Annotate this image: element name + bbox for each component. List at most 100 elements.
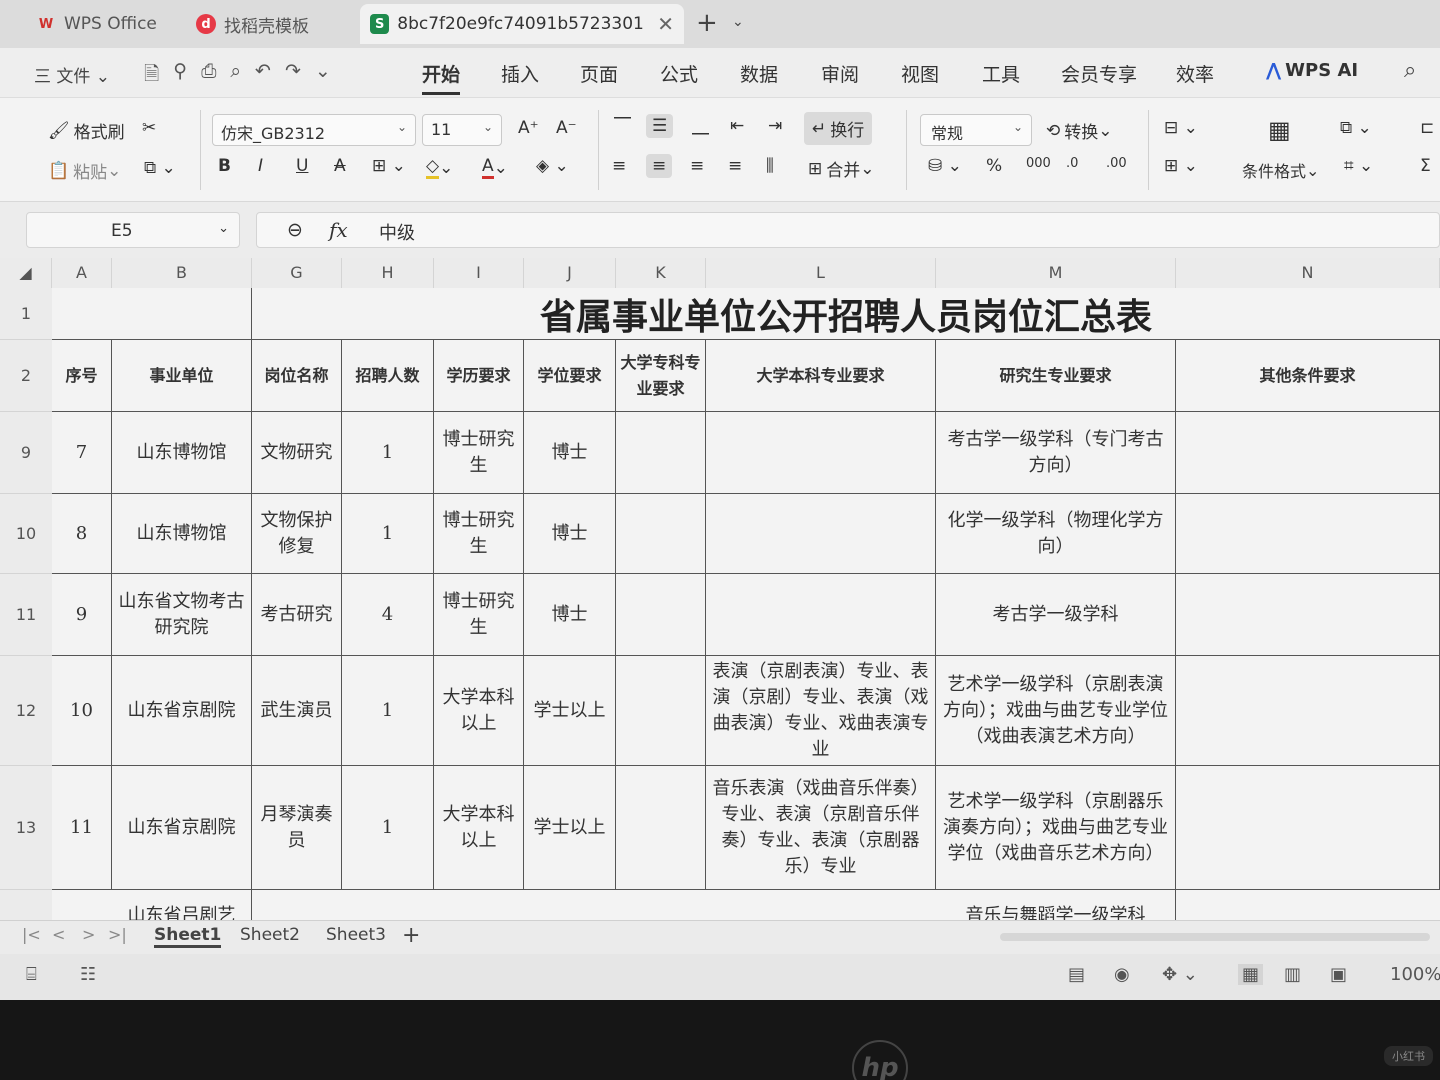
header-cell[interactable]: 学历要求 [434,340,524,412]
sheet-tab-1[interactable]: Sheet1 [154,925,222,948]
column-header[interactable]: L [706,258,936,288]
table-cell[interactable]: 山东省文物考古研究院 [112,574,252,656]
file-menu[interactable]: 三 文件 ⌄ [34,62,110,87]
cell[interactable]: 山东省吕剧艺 [112,890,252,920]
cell[interactable]: 音乐与舞蹈学一级学科 [936,890,1176,920]
increase-decimal-icon[interactable]: .0 [1066,156,1078,171]
table-cell[interactable]: 4 [342,574,434,656]
table-cell[interactable]: 武生演员 [252,656,342,766]
row-header[interactable]: 2 [0,340,52,412]
italic-icon[interactable]: I [258,156,263,176]
merge-button[interactable]: ⊞ 合并 ⌄ [808,156,875,182]
menu-page[interactable]: 页面 [580,60,618,87]
align-middle-icon[interactable]: ☰ [646,114,674,138]
table-cell[interactable]: 表演（京剧表演）专业、表演（京剧）专业、表演（戏曲表演）专业、戏曲表演专业 [706,656,936,766]
table-cell[interactable]: 月琴演奏员 [252,766,342,890]
table-cell[interactable]: 10 [52,656,112,766]
table-cell[interactable]: 艺术学一级学科（京剧表演方向）；戏曲与曲艺专业学位（戏曲表演艺术方向） [936,656,1176,766]
font-name-select[interactable]: 仿宋_GB2312 ⌄ [212,114,416,146]
table-cell[interactable]: 文物研究 [252,412,342,494]
table-cell[interactable]: 11 [52,766,112,890]
header-cell[interactable]: 其他条件要求 [1176,340,1440,412]
table-cell[interactable]: 山东博物馆 [112,412,252,494]
table-cell[interactable]: 考古研究 [252,574,342,656]
table-cell[interactable]: 山东省京剧院 [112,656,252,766]
thousands-icon[interactable]: 000 [1026,156,1051,171]
table-cell[interactable]: 博士研究生 [434,574,524,656]
table-view-icon[interactable]: ▤ [1068,964,1085,985]
cell[interactable] [52,288,252,340]
spreadsheet-grid[interactable]: ◢ A B G H I J K L M N 1 省属事业单位公开招聘人员岗位汇总… [0,258,1440,920]
row-header[interactable]: 13 [0,766,52,890]
table-cell[interactable]: 1 [342,494,434,574]
search-icon[interactable]: ⌕ [1404,58,1416,83]
table-cell[interactable]: 音乐表演（戏曲音乐伴奏）专业、表演（京剧音乐伴奏）专业、表演（京剧器乐）专业 [706,766,936,890]
table-cell[interactable]: 博士研究生 [434,494,524,574]
table-cell[interactable]: 1 [342,656,434,766]
table-style-icon[interactable]: ▦ [1268,116,1291,144]
sheet-title[interactable]: 省属事业单位公开招聘人员岗位汇总表 [252,288,1440,340]
decrease-font-icon[interactable]: A⁻ [556,118,577,138]
table-cell[interactable] [1176,412,1440,494]
table-cell[interactable]: 博士研究生 [434,412,524,494]
conditional-format-button[interactable]: 条件格式 ⌄ [1242,158,1319,182]
menu-data[interactable]: 数据 [740,60,778,87]
cut-icon[interactable]: ✂ [142,118,156,138]
table-cell[interactable] [1176,574,1440,656]
header-cell[interactable]: 学位要求 [524,340,616,412]
format-painter-button[interactable]: 🖌 格式刷 [48,118,125,144]
wrap-text-button[interactable]: ↵ 换行 [804,112,873,145]
first-sheet-icon[interactable]: |< [22,925,41,944]
freeze-icon[interactable]: ⌗ ⌄ [1344,156,1373,176]
copy-icon[interactable]: ⧉ ⌄ [144,158,176,178]
justify-icon[interactable]: ≡ [728,156,742,176]
header-cell[interactable]: 研究生专业要求 [936,340,1176,412]
header-cell[interactable]: 大学专科专业要求 [616,340,706,412]
border-icon[interactable]: ⊞ ⌄ [372,156,406,176]
align-top-icon[interactable]: ⎺ [614,116,631,136]
column-header[interactable]: N [1176,258,1440,288]
font-size-select[interactable]: 11 ⌄ [422,114,502,146]
column-header[interactable]: A [52,258,112,288]
header-cell[interactable]: 序号 [52,340,112,412]
table-cell[interactable] [1176,494,1440,574]
select-all-corner[interactable]: ◢ [0,258,52,288]
table-cell[interactable]: 8 [52,494,112,574]
decrease-decimal-icon[interactable]: .00 [1106,156,1127,171]
tab-spreadsheet[interactable]: S 8bc7f20e9fc74091b57233012 ✕ [360,4,684,44]
table-cell[interactable]: 博士 [524,494,616,574]
eye-protection-icon[interactable]: ◉ [1114,964,1130,985]
table-cell[interactable]: 学士以上 [524,766,616,890]
column-header[interactable]: G [252,258,342,288]
table-cell[interactable]: 博士 [524,574,616,656]
header-cell[interactable]: 事业单位 [112,340,252,412]
sheet-tab-2[interactable]: Sheet2 [240,925,300,945]
align-left-icon[interactable]: ≡ [612,156,626,176]
table-cell[interactable]: 山东博物馆 [112,494,252,574]
print-preview-icon[interactable]: ⌕ [230,60,241,92]
zoom-level[interactable]: 100% [1390,964,1440,985]
print-icon[interactable]: ⎙ [201,60,216,92]
status-list-icon[interactable]: ☷ [80,964,96,985]
table-cell[interactable]: 文物保护修复 [252,494,342,574]
sheet-tools-icon[interactable]: ⊞ ⌄ [1164,156,1198,176]
table-cell[interactable] [616,574,706,656]
table-cell[interactable]: 7 [52,412,112,494]
align-right-icon[interactable]: ≡ [690,156,704,176]
row-col-icon[interactable]: ⊟ ⌄ [1164,118,1198,138]
table-cell[interactable]: 考古学一级学科（专门考古方向） [936,412,1176,494]
table-cell[interactable]: 大学本科以上 [434,766,524,890]
function-icon[interactable]: fx [329,218,348,242]
row-header[interactable] [0,890,52,920]
more-icon[interactable]: ⌄ [315,60,331,92]
column-header[interactable]: H [342,258,434,288]
sheet-tab-3[interactable]: Sheet3 [326,925,386,945]
table-cell[interactable]: 博士 [524,412,616,494]
convert-button[interactable]: ⟲ 转换 ⌄ [1046,118,1113,144]
menu-view[interactable]: 视图 [901,60,939,87]
table-cell[interactable] [1176,766,1440,890]
table-cell[interactable]: 1 [342,412,434,494]
tab-docer[interactable]: d 找稻壳模板 [186,4,319,44]
table-cell[interactable] [706,412,936,494]
decrease-indent-icon[interactable]: ⇤ [730,116,744,136]
